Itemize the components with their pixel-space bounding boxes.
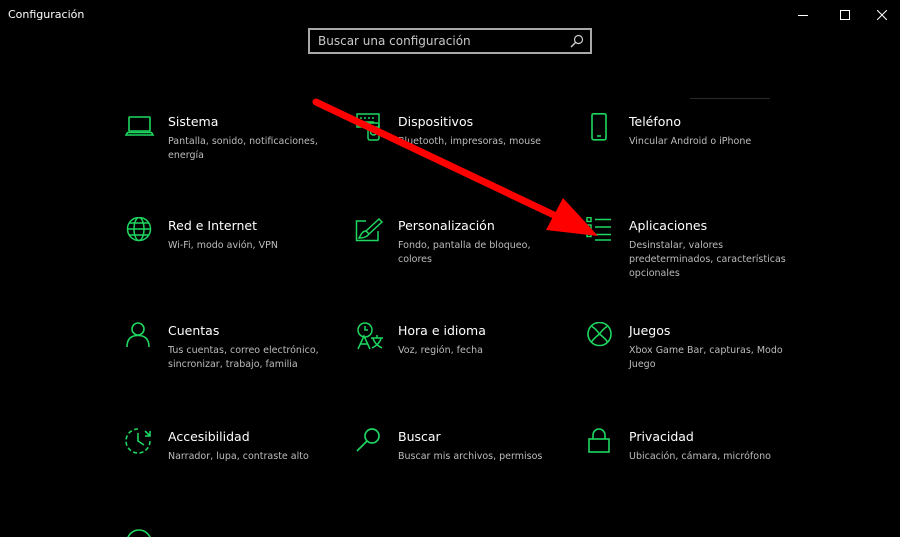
tile-description: Buscar mis archivos, permisos: [398, 451, 543, 462]
app-list-icon: [586, 217, 616, 247]
xbox-icon: [586, 322, 616, 352]
tile-description: Narrador, lupa, contraste alto: [168, 451, 309, 462]
tile-accesibilidad[interactable]: Accesibilidad Narrador, lupa, contraste …: [125, 428, 345, 508]
tile-label: Accesibilidad: [168, 429, 250, 444]
lock-icon: [586, 428, 616, 458]
tile-telefono[interactable]: Teléfono Vincular Android o iPhone: [586, 113, 806, 193]
tile-aplicaciones[interactable]: Aplicaciones Desinstalar, valores predet…: [586, 217, 806, 297]
magnifier-icon: [355, 428, 385, 458]
tile-label: Hora e idioma: [398, 323, 486, 338]
keyboard-icon: [355, 113, 385, 143]
tile-red-internet[interactable]: Red e Internet Wi-Fi, modo avión, VPN: [125, 217, 345, 297]
tile-description: Tus cuentas, correo electrónico, sincron…: [168, 345, 319, 370]
tile-privacidad[interactable]: Privacidad Ubicación, cámara, micrófono: [586, 428, 806, 508]
tile-juegos[interactable]: Juegos Xbox Game Bar, capturas, Modo Jue…: [586, 322, 806, 402]
tile-label: Sistema: [168, 114, 219, 129]
tile-personalizacion[interactable]: Personalización Fondo, pantalla de bloqu…: [355, 217, 575, 297]
close-button[interactable]: [864, 0, 900, 30]
window-title: Configuración: [8, 8, 85, 21]
search-icon[interactable]: [570, 34, 584, 48]
minimize-icon: [798, 15, 808, 16]
tile-partial[interactable]: [125, 528, 345, 537]
tile-label: Dispositivos: [398, 114, 474, 129]
tile-label: Personalización: [398, 218, 495, 233]
phone-icon: [586, 113, 616, 143]
tile-description: Xbox Game Bar, capturas, Modo Juego: [629, 345, 783, 370]
tile-label: Aplicaciones: [629, 218, 708, 233]
close-icon: [877, 10, 887, 20]
tile-description: Desinstalar, valores predeterminados, ca…: [629, 240, 786, 279]
tile-hora-idioma[interactable]: Hora e idioma Voz, región, fecha: [355, 322, 575, 402]
tile-sistema[interactable]: Sistema Pantalla, sonido, notificaciones…: [125, 113, 345, 193]
update-icon: [125, 528, 155, 537]
tile-label: Juegos: [629, 323, 671, 338]
title-bar: Configuración: [0, 0, 900, 30]
tile-label: Buscar: [398, 429, 441, 444]
tile-description: Wi-Fi, modo avión, VPN: [168, 240, 278, 251]
accessibility-icon: [125, 428, 155, 458]
tile-buscar[interactable]: Buscar Buscar mis archivos, permisos: [355, 428, 575, 508]
laptop-icon: [125, 113, 155, 143]
divider: [690, 98, 770, 99]
maximize-icon: [840, 10, 850, 20]
search-box[interactable]: [308, 28, 592, 54]
tile-cuentas[interactable]: Cuentas Tus cuentas, correo electrónico,…: [125, 322, 345, 402]
tile-label: Cuentas: [168, 323, 220, 338]
tile-label: Teléfono: [629, 114, 681, 129]
tile-label: Privacidad: [629, 429, 694, 444]
tile-description: Bluetooth, impresoras, mouse: [398, 136, 541, 147]
minimize-button[interactable]: [785, 0, 821, 30]
globe-icon: [125, 217, 155, 247]
tile-label: Red e Internet: [168, 218, 258, 233]
tile-description: Ubicación, cámara, micrófono: [629, 451, 771, 462]
time-language-icon: [355, 322, 385, 352]
tile-description: Pantalla, sonido, notificaciones, energí…: [168, 136, 318, 161]
maximize-button[interactable]: [827, 0, 863, 30]
person-icon: [125, 322, 155, 352]
search-input[interactable]: [310, 30, 560, 52]
tile-description: Voz, región, fecha: [398, 345, 483, 356]
tile-description: Vincular Android o iPhone: [629, 136, 752, 147]
tile-description: Fondo, pantalla de bloqueo, colores: [398, 240, 531, 265]
paint-icon: [355, 217, 385, 247]
tile-dispositivos[interactable]: Dispositivos Bluetooth, impresoras, mous…: [355, 113, 575, 193]
